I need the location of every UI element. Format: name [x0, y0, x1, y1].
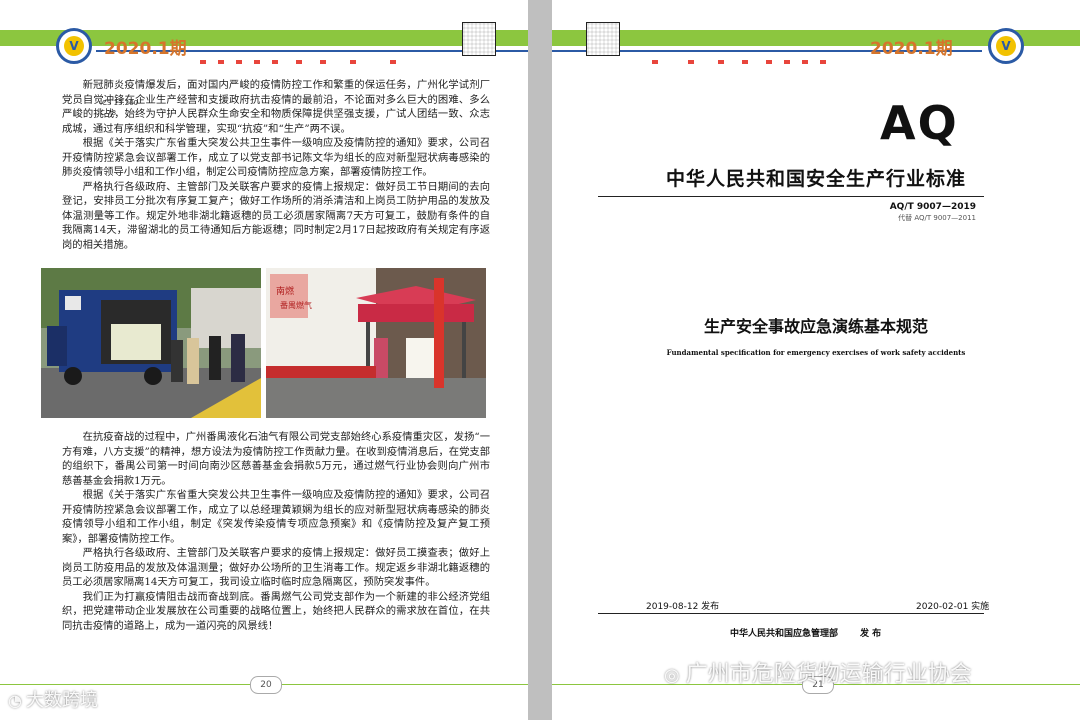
watermark-logo-icon: ◔ — [8, 691, 22, 710]
paragraph: 我们正为打赢疫情阻击战而奋战到底。番禺燃气公司党支部作为一个新建的非公经济党组织… — [62, 590, 490, 632]
standard-category-title: 中华人民共和国安全生产行业标准 — [665, 168, 966, 190]
left-page: V 2020.1期 新冠肺炎疫情爆发后，面对国内严峻的疫情防控工作和繁重的保运任… — [0, 0, 528, 720]
footer-rule-top — [598, 613, 984, 614]
paragraph: 在抗疫奋战的过程中，广州番禺液化石油气有限公司党支部始终心系疫情重灾区，发扬“一… — [62, 431, 490, 487]
paragraph: 严格执行各级政府、主管部门及关联客户要求的疫情上报规定：做好员工摸查表；做好上岗… — [62, 547, 490, 588]
replaces-number: 代替 AQ/T 9007—2011 — [898, 214, 976, 222]
right-page: 2020.1期 V — [552, 0, 1080, 720]
photo-truck-unloading — [41, 268, 261, 418]
effective-date: 2020-02-01 实施 — [916, 602, 990, 612]
association-logo-icon: V — [988, 28, 1024, 64]
ics-code: ICS 13.200 C 78 — [100, 99, 139, 117]
article-bottom: 在抗疫奋战的过程中，广州番禺液化石油气有限公司党支部始终心系疫情重灾区，发扬“一… — [62, 430, 490, 633]
watermark-left: ◔ 大数跨境 — [8, 690, 98, 711]
page-number: 20 — [250, 676, 282, 694]
association-logo-icon: V — [56, 28, 92, 64]
paragraph: 根据《关于落实广东省重大突发公共卫生事件一级响应及疫情防控的通知》要求，公司召开… — [62, 137, 490, 178]
page-gutter — [528, 0, 552, 720]
document-title: 生产安全事故应急演练基本规范 — [703, 317, 928, 336]
document-title-english: Fundamental specification for emergency … — [666, 348, 966, 357]
photo-donation-tent: 南燃 番禺燃气 — [266, 268, 486, 418]
title-rule — [598, 196, 984, 197]
paragraph: 根据《关于落实广东省重大突发公共卫生事件一级响应及疫情防控的通知》要求，公司召开… — [62, 489, 490, 545]
issue-label: 2020.1期 — [104, 39, 187, 59]
header-dots — [592, 60, 892, 66]
wechat-icon: ◎ — [664, 665, 680, 686]
sign-text: 番禺燃气 — [280, 300, 312, 310]
paragraph: 严格执行各级政府、主管部门及关联客户要求的疫情上报规定：做好员工节日期间的去向登… — [62, 180, 490, 251]
issue-label: 2020.1期 — [870, 39, 953, 59]
header-dots — [200, 60, 520, 66]
qr-code-icon — [462, 22, 496, 56]
publish-date: 2019-08-12 发布 — [646, 602, 720, 612]
watermark-right: ◎ 广州市危险货物运输行业协会 — [664, 662, 972, 687]
qr-code-icon — [586, 22, 620, 56]
sign-text: 南燃 — [276, 285, 294, 297]
standard-number: AQ/T 9007—2019 — [889, 202, 976, 212]
issuer: 中华人民共和国应急管理部发 布 — [730, 629, 882, 639]
standard-code: AQ — [880, 96, 959, 150]
